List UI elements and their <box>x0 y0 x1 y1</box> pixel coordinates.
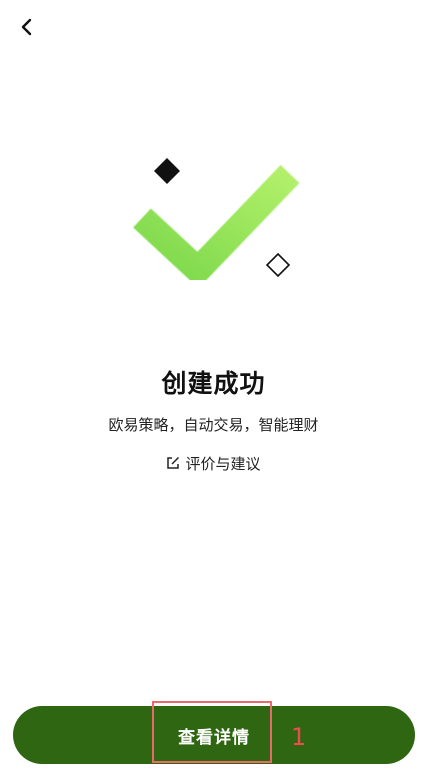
diamond-filled-icon <box>154 158 180 184</box>
success-title: 创建成功 <box>161 369 266 398</box>
back-button[interactable] <box>12 12 42 42</box>
chevron-left-icon <box>21 18 33 36</box>
view-details-button[interactable]: 查看详情 <box>13 706 415 764</box>
success-illustration <box>120 150 310 300</box>
feedback-link[interactable]: 评价与建议 <box>0 451 427 475</box>
view-details-label: 查看详情 <box>178 727 250 748</box>
edit-icon <box>166 456 180 470</box>
checkmark-icon <box>133 165 300 289</box>
diamond-outline-icon <box>265 252 291 278</box>
success-subtitle: 欧易策略，自动交易，智能理财 <box>108 416 319 434</box>
feedback-label: 评价与建议 <box>185 454 261 473</box>
